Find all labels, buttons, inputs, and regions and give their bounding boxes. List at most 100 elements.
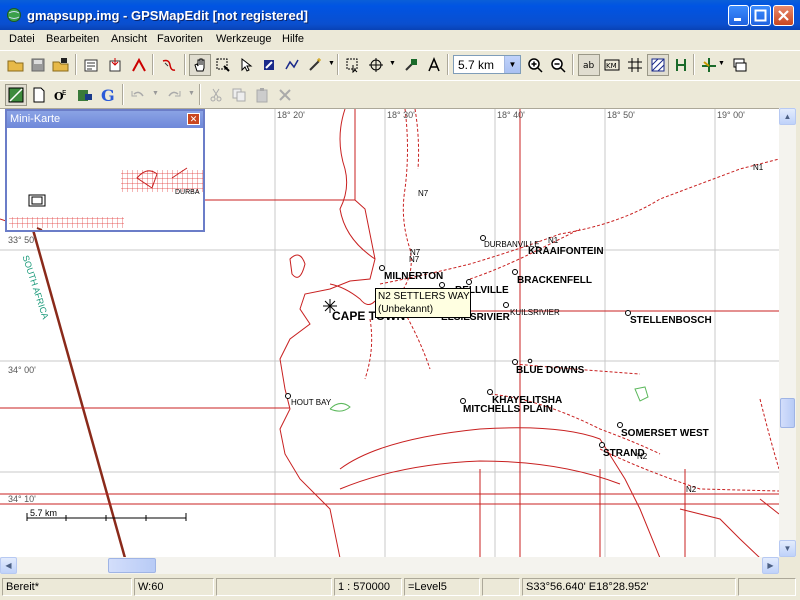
routing-dropdown-icon[interactable]: ▼ xyxy=(718,59,725,69)
ab-labels-button[interactable]: ab xyxy=(578,54,600,76)
status-empty-1 xyxy=(216,578,332,596)
level-button[interactable]: OE xyxy=(51,84,73,106)
scroll-down-icon[interactable]: ▼ xyxy=(779,540,796,557)
menu-bearbeiten[interactable]: Bearbeiten xyxy=(46,33,99,45)
scale-bar-label: 5.7 km xyxy=(30,508,58,518)
grid-button[interactable] xyxy=(624,54,646,76)
longitude-label: 18° 20' xyxy=(277,110,305,120)
city-label: STELLENBOSCH xyxy=(630,315,712,326)
window-title: gmapsupp.img - GPSMapEdit [not registere… xyxy=(27,8,308,23)
road-label: N7 xyxy=(409,255,420,264)
zoom-select[interactable]: 5.7 km ▼ xyxy=(453,55,521,74)
longitude-label: 18° 50' xyxy=(607,110,635,120)
vertical-scroll-thumb[interactable] xyxy=(780,398,795,428)
magic-button[interactable] xyxy=(304,54,326,76)
title-bar[interactable]: gmapsupp.img - GPSMapEdit [not registere… xyxy=(0,0,800,30)
copy-button[interactable] xyxy=(228,84,250,106)
vertical-scrollbar[interactable]: ▲ ▼ xyxy=(779,108,796,557)
transform-button[interactable] xyxy=(365,54,387,76)
tooltip-title: N2 SETTLERS WAY xyxy=(378,291,470,302)
status-state: Bereit* xyxy=(2,578,132,596)
undo-dropdown-icon[interactable]: ▼ xyxy=(152,89,159,99)
pin-button[interactable] xyxy=(400,54,422,76)
maximize-button[interactable] xyxy=(750,5,771,26)
km-grid-button[interactable]: KM xyxy=(601,54,623,76)
menu-hilfe[interactable]: Hilfe xyxy=(282,33,304,45)
img-button[interactable] xyxy=(74,84,96,106)
city-label: MILNERTON xyxy=(384,271,444,282)
scroll-right-icon[interactable]: ▶ xyxy=(762,557,779,574)
mini-map-header[interactable]: Mini-Karte ✕ xyxy=(7,111,203,128)
mini-map-drawing xyxy=(9,167,203,230)
polyline-icon xyxy=(285,59,299,70)
save-button[interactable] xyxy=(27,54,49,76)
properties-button[interactable] xyxy=(80,54,102,76)
status-empty-3 xyxy=(738,578,796,596)
zoom-in-button[interactable] xyxy=(524,54,546,76)
close-button[interactable] xyxy=(773,5,794,26)
undo-button[interactable] xyxy=(127,84,149,106)
import-button[interactable] xyxy=(104,54,126,76)
km-grid-icon: KM xyxy=(604,59,620,71)
menu-favoriten[interactable]: Favoriten xyxy=(157,33,203,45)
close-icon[interactable]: ✕ xyxy=(187,113,200,125)
route-button[interactable] xyxy=(158,54,180,76)
menu-werkzeuge[interactable]: Werkzeuge xyxy=(216,33,271,45)
google-button[interactable]: G xyxy=(97,84,119,106)
scroll-up-icon[interactable]: ▲ xyxy=(779,108,796,125)
secondary-toolbar: OE G ▼ ▼ xyxy=(0,80,800,107)
magic-dropdown-icon[interactable]: ▼ xyxy=(328,59,335,69)
redo-button[interactable] xyxy=(163,84,185,106)
menu-datei[interactable]: Datei xyxy=(9,33,35,45)
zoom-rect-button[interactable] xyxy=(212,54,234,76)
export-button[interactable] xyxy=(128,54,150,76)
delete-button[interactable] xyxy=(274,84,296,106)
cut-button[interactable] xyxy=(205,84,227,106)
layers-button[interactable] xyxy=(728,54,750,76)
save-icon xyxy=(31,58,45,72)
grid-icon xyxy=(628,58,642,72)
hand-pan-button[interactable] xyxy=(189,54,211,76)
hand-icon xyxy=(194,58,205,72)
horizontal-scrollbar[interactable]: ◀ ▶ xyxy=(0,557,779,574)
scissors-icon xyxy=(210,88,222,102)
hatch-button[interactable] xyxy=(647,54,669,76)
scroll-left-icon[interactable]: ◀ xyxy=(0,557,17,574)
select-button[interactable] xyxy=(235,54,257,76)
img-file-icon xyxy=(78,90,92,101)
road-label: N2 xyxy=(686,485,697,494)
map-view-button[interactable] xyxy=(5,84,27,106)
export-icon xyxy=(132,57,146,72)
open-folder-button[interactable] xyxy=(5,54,27,76)
transform-icon xyxy=(369,58,383,72)
horizontal-scroll-thumb[interactable] xyxy=(108,558,156,573)
undo-icon xyxy=(131,91,144,97)
polyline-button[interactable] xyxy=(281,54,303,76)
properties-icon xyxy=(84,59,98,72)
nodes-button[interactable] xyxy=(670,54,692,76)
label-button[interactable] xyxy=(423,54,445,76)
blank-page-button[interactable] xyxy=(28,84,50,106)
layers-icon xyxy=(733,58,747,72)
menu-ansicht[interactable]: Ansicht xyxy=(111,33,147,45)
redo-dropdown-icon[interactable]: ▼ xyxy=(188,89,195,99)
zoom-value: 5.7 km xyxy=(458,58,495,72)
transform-dropdown-icon[interactable]: ▼ xyxy=(389,59,396,69)
status-coordinates: S33°56.640' E18°28.952' xyxy=(522,578,736,596)
routing-button[interactable] xyxy=(698,54,720,76)
close-icon xyxy=(778,10,789,21)
paste-button[interactable] xyxy=(251,84,273,106)
minimize-button[interactable] xyxy=(728,5,749,26)
open-button[interactable] xyxy=(50,54,72,76)
zoom-out-button[interactable] xyxy=(547,54,569,76)
chevron-down-icon[interactable]: ▼ xyxy=(504,56,520,73)
edit-nodes-button[interactable] xyxy=(258,54,280,76)
import-icon xyxy=(109,58,121,72)
longitude-label: 19° 00' xyxy=(717,110,745,120)
label-icon xyxy=(428,57,440,72)
mini-map-panel[interactable]: Mini-Karte ✕ DURBA xyxy=(5,109,205,232)
menu-bar: Datei Bearbeiten Ansicht Favoriten Werkz… xyxy=(0,30,800,49)
select-area-button[interactable] xyxy=(342,54,364,76)
pin-icon xyxy=(405,59,417,71)
open-folder-icon xyxy=(7,60,24,72)
